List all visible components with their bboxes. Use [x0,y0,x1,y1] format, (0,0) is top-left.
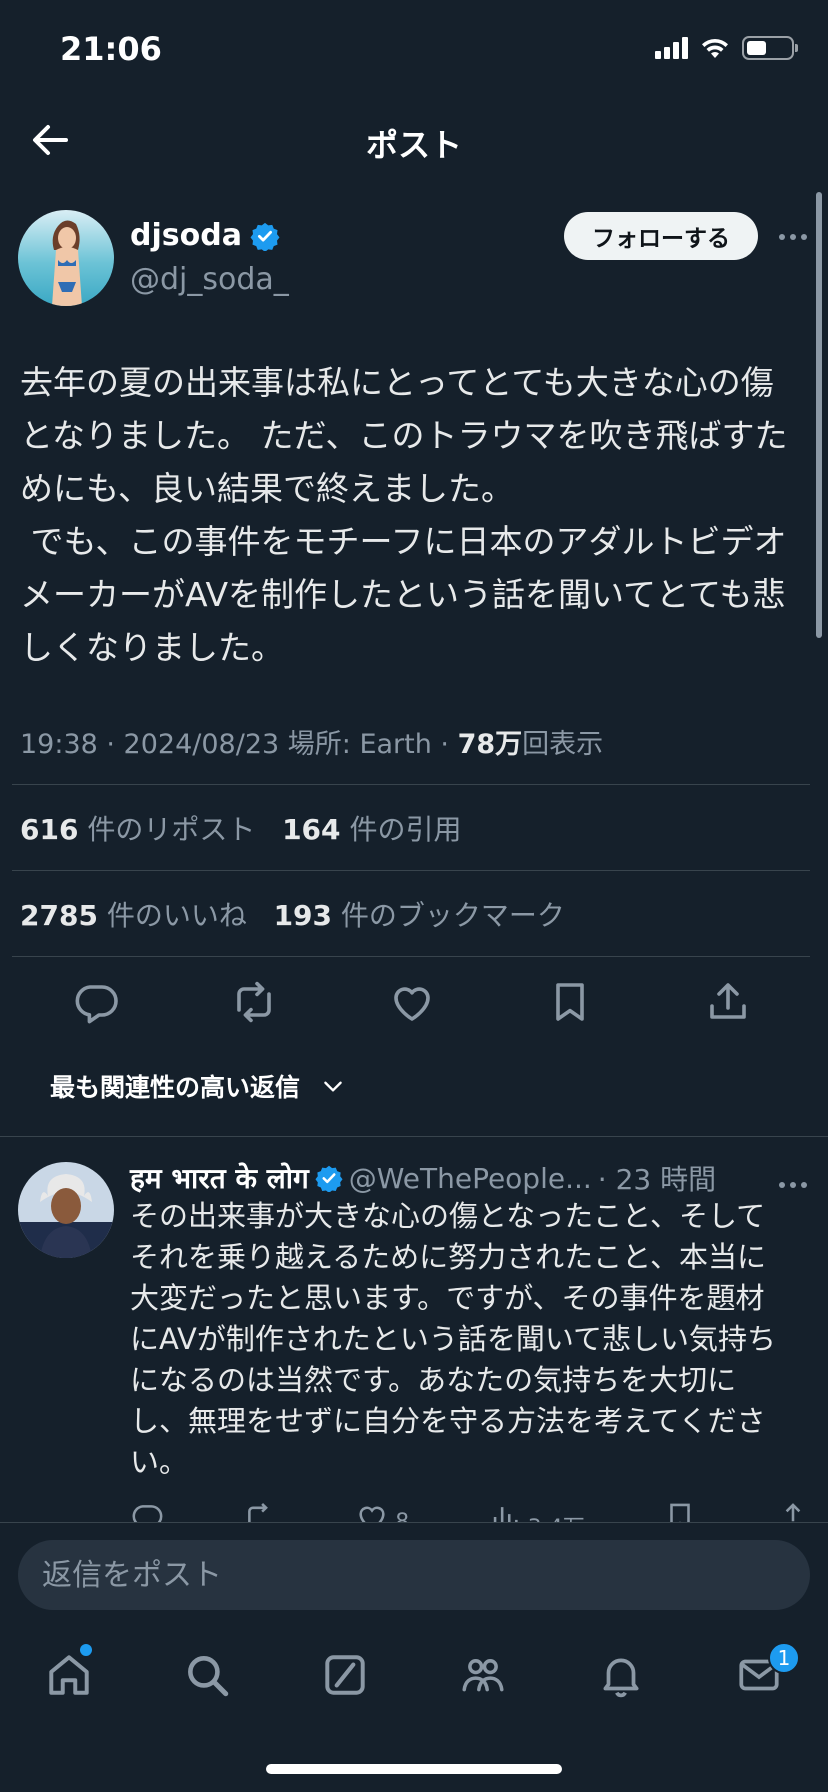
verified-badge-icon [250,222,280,251]
divider [12,870,810,871]
follow-button[interactable]: フォローする [564,212,758,260]
notifications-tab-icon[interactable] [596,1650,646,1700]
stats-row-reposts: 616 件のリポスト 164 件の引用 [20,808,461,848]
post-meta: 19:38 · 2024/08/23 場所: Earth · 78万回表示 [20,722,603,761]
author-name[interactable]: djsoda [130,218,280,253]
cellular-signal-icon [655,37,688,59]
quotes-count: 164 [282,813,341,846]
share-icon[interactable] [704,978,752,1026]
home-indicator[interactable] [266,1764,562,1774]
author-handle[interactable]: @dj_soda_ [130,262,289,297]
likes-label: 件のいいね [106,899,247,932]
quotes-stat[interactable]: 164 件の引用 [282,813,461,846]
reply-sort-label: 最も関連性の高い返信 [50,1073,301,1102]
reply-like-action[interactable]: 8 [355,1500,409,1522]
chevron-down-icon [324,1081,342,1092]
reply-header: हम भारत के लोग @WeThePeople... · 23 時間 [130,1158,716,1198]
status-icons [655,36,798,60]
reply-repost-action[interactable] [243,1500,277,1522]
like-icon [359,1506,385,1522]
reply-time: · 23 時間 [597,1163,717,1196]
bookmarks-count: 193 [273,899,333,932]
quotes-label: 件の引用 [349,813,462,846]
reply-author-handle[interactable]: @WeThePeople... [349,1162,592,1195]
author-avatar[interactable] [18,210,114,306]
reply-share-action[interactable] [776,1500,810,1522]
bookmarks-stat[interactable]: 193 件のブックマーク [274,899,565,932]
like-icon[interactable] [388,978,436,1026]
reply-compose-input[interactable] [18,1540,810,1610]
reply-icon [132,1505,163,1522]
grok-tab-icon[interactable] [320,1650,370,1700]
likes-stat[interactable]: 2785 件のいいね [20,899,247,932]
wifi-icon [702,38,728,58]
reply-text: その出来事が大きな心の傷となったこと、そして それを乗り越えるために努力されたこ… [130,1199,776,1479]
likes-count: 2785 [20,899,98,932]
views-label: 回表示 [522,729,604,760]
home-notification-dot [80,1644,92,1656]
status-time: 21:06 [60,30,162,68]
reply-likes-count: 8 [395,1500,409,1522]
reply-icon[interactable] [72,978,120,1026]
reply-author-name[interactable]: हम भारत के लोग [130,1159,309,1197]
more-options-icon[interactable] [776,222,810,252]
reposts-label: 件のリポスト [87,813,256,846]
bookmark-icon[interactable] [546,978,594,1026]
reply-reply-action[interactable] [130,1500,164,1522]
reply-avatar[interactable] [18,1162,114,1258]
bookmark-icon [670,1503,691,1522]
share-icon [785,1503,801,1522]
repost-icon[interactable] [230,978,278,1026]
views-chart-icon [493,1507,518,1522]
communities-tab-icon[interactable] [458,1650,508,1700]
post-text: 去年の夏の出来事は私にとってとても大きな心の傷 となりました。 ただ、このトラウ… [20,363,788,667]
reposts-count: 616 [20,813,79,846]
author-name-label: djsoda [130,218,242,253]
reply-views-count: 3.4万 [528,1500,585,1522]
divider [12,784,810,785]
reply-views-action[interactable]: 3.4万 [488,1500,585,1522]
reply-action-bar: 8 3.4万 [130,1500,810,1522]
search-tab-icon[interactable] [182,1650,232,1700]
bookmarks-label: 件のブックマーク [340,899,565,932]
reply-bookmark-action[interactable] [663,1500,697,1522]
post-timestamp-location: 19:38 · 2024/08/23 場所: Earth · [20,729,458,760]
battery-icon [742,36,798,60]
stats-row-likes: 2785 件のいいね 193 件のブックマーク [20,894,565,934]
divider [12,956,810,957]
messages-badge: 1 [768,1642,800,1674]
page-title: ポスト [365,126,462,164]
repost-icon [247,1503,268,1522]
reply-sort-dropdown[interactable]: 最も関連性の高い返信 [50,1068,346,1104]
home-tab-icon[interactable] [44,1650,94,1700]
views-count: 78万 [457,729,523,760]
reposts-stat[interactable]: 616 件のリポスト [20,813,255,846]
scrollbar[interactable] [816,192,822,638]
divider [0,1136,828,1137]
verified-badge-icon [315,1165,343,1192]
